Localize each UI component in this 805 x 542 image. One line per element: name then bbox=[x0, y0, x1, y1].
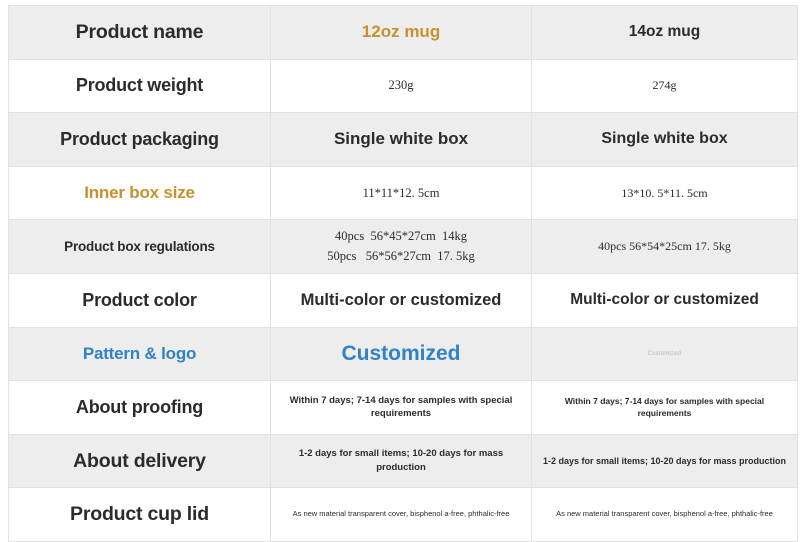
value-product-weight-12oz: 230g bbox=[270, 58, 532, 114]
row-label-product-color: Product color bbox=[8, 272, 271, 328]
table-row-product-color: Product color Multi-color or customized … bbox=[8, 272, 798, 328]
product-specification-table: Product name 12oz mug 14oz mug Product w… bbox=[8, 5, 798, 542]
row-label-pattern-and-logo: Pattern & logo bbox=[8, 326, 271, 382]
value-product-cup-lid-12oz: As new material transparent cover, bisph… bbox=[270, 487, 532, 542]
row-label-about-proofing: About proofing bbox=[8, 380, 271, 435]
row-label-product-weight: Product weight bbox=[8, 58, 271, 114]
column-header-12oz-mug: 12oz mug bbox=[270, 5, 532, 60]
row-label-inner-box-size: Inner box size bbox=[8, 165, 271, 221]
value-about-proofing-12oz: Within 7 days; 7-14 days for samples wit… bbox=[270, 380, 532, 435]
table-row-inner-box-size: Inner box size 11*11*12. 5cm 13*10. 5*11… bbox=[8, 165, 798, 221]
table-row-product-name: Product name 12oz mug 14oz mug bbox=[8, 5, 798, 60]
value-product-weight-14oz: 274g bbox=[531, 58, 798, 114]
column-header-14oz-mug: 14oz mug bbox=[531, 5, 798, 60]
row-label-product-packaging: Product packaging bbox=[8, 112, 271, 167]
table-row-about-proofing: About proofing Within 7 days; 7-14 days … bbox=[8, 380, 798, 435]
value-about-delivery-14oz: 1-2 days for small items; 10-20 days for… bbox=[531, 433, 798, 489]
table-row-product-packaging: Product packaging Single white box Singl… bbox=[8, 112, 798, 167]
value-about-delivery-12oz: 1-2 days for small items; 10-20 days for… bbox=[270, 433, 532, 489]
value-inner-box-size-14oz: 13*10. 5*11. 5cm bbox=[531, 165, 798, 221]
regulations-line-1: 40pcs 56*45*27cm 14kg bbox=[335, 229, 467, 244]
value-about-proofing-14oz: Within 7 days; 7-14 days for samples wit… bbox=[531, 380, 798, 435]
table-row-about-delivery: About delivery 1-2 days for small items;… bbox=[8, 433, 798, 489]
value-product-packaging-12oz: Single white box bbox=[270, 112, 532, 167]
value-inner-box-size-12oz: 11*11*12. 5cm bbox=[270, 165, 532, 221]
row-label-about-delivery: About delivery bbox=[8, 433, 271, 489]
value-product-packaging-14oz: Single white box bbox=[531, 112, 798, 167]
value-product-color-14oz: Multi-color or customized bbox=[531, 272, 798, 328]
value-pattern-and-logo-12oz: Customized bbox=[270, 326, 532, 382]
value-product-box-regulations-12oz: 40pcs 56*45*27cm 14kg 50pcs 56*56*27cm 1… bbox=[270, 219, 532, 274]
table-row-product-box-regulations: Product box regulations 40pcs 56*45*27cm… bbox=[8, 219, 798, 274]
regulations-line-2: 50pcs 56*56*27cm 17. 5kg bbox=[327, 248, 475, 263]
value-product-cup-lid-14oz: As new material transparent cover, bisph… bbox=[531, 487, 798, 542]
row-label-product-box-regulations: Product box regulations bbox=[8, 219, 271, 274]
table-row-product-weight: Product weight 230g 274g bbox=[8, 58, 798, 114]
value-product-box-regulations-14oz: 40pcs 56*54*25cm 17. 5kg bbox=[531, 219, 798, 274]
value-product-color-12oz: Multi-color or customized bbox=[270, 272, 532, 328]
row-label-product-name: Product name bbox=[8, 5, 271, 60]
value-pattern-and-logo-14oz: Customized bbox=[531, 326, 798, 382]
table-row-pattern-and-logo: Pattern & logo Customized Customized bbox=[8, 326, 798, 382]
row-label-product-cup-lid: Product cup lid bbox=[8, 487, 271, 542]
table-row-product-cup-lid: Product cup lid As new material transpar… bbox=[8, 487, 798, 542]
